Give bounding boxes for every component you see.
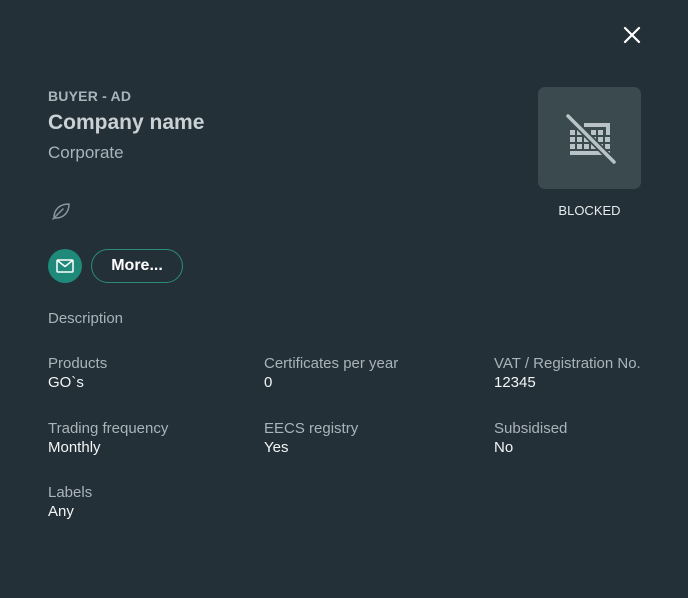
- company-name: Company name: [48, 111, 205, 134]
- field-label: Subsidised: [494, 420, 568, 437]
- field-label: Products: [48, 355, 108, 372]
- close-button[interactable]: [618, 21, 646, 49]
- field-subsidised: Subsidised No: [494, 419, 567, 457]
- field-value: GO`s: [48, 374, 84, 391]
- more-button[interactable]: More...: [91, 249, 183, 283]
- field-trading-frequency: Trading frequency Monthly: [48, 419, 168, 457]
- field-value: No: [494, 439, 514, 456]
- field-label: Certificates per year: [264, 355, 399, 372]
- field-vat-registration: VAT / Registration No. 12345: [494, 354, 641, 392]
- company-logo-placeholder: [538, 87, 641, 189]
- field-label: VAT / Registration No.: [494, 355, 641, 372]
- field-value: Yes: [264, 439, 289, 456]
- leaf-icon: [49, 199, 73, 223]
- email-button[interactable]: [48, 249, 82, 283]
- field-value: Any: [48, 503, 74, 520]
- ad-type-label: BUYER - AD: [48, 88, 132, 104]
- field-eecs-registry: EECS registry Yes: [264, 419, 358, 457]
- description-label: Description: [48, 310, 124, 327]
- field-value: 12345: [494, 374, 536, 391]
- mail-icon: [56, 259, 74, 273]
- field-certificates-per-year: Certificates per year 0: [264, 354, 398, 392]
- close-icon: [623, 26, 641, 44]
- domain-disabled-icon: [564, 112, 617, 166]
- field-label: Trading frequency: [48, 420, 169, 437]
- field-labels: Labels Any: [48, 483, 92, 521]
- field-products: Products GO`s: [48, 354, 107, 392]
- field-label: EECS registry: [264, 420, 359, 437]
- status-badge: BLOCKED: [558, 203, 621, 218]
- company-type: Corporate: [48, 143, 124, 162]
- field-value: Monthly: [48, 439, 101, 456]
- field-label: Labels: [48, 484, 93, 501]
- field-value: 0: [264, 374, 273, 391]
